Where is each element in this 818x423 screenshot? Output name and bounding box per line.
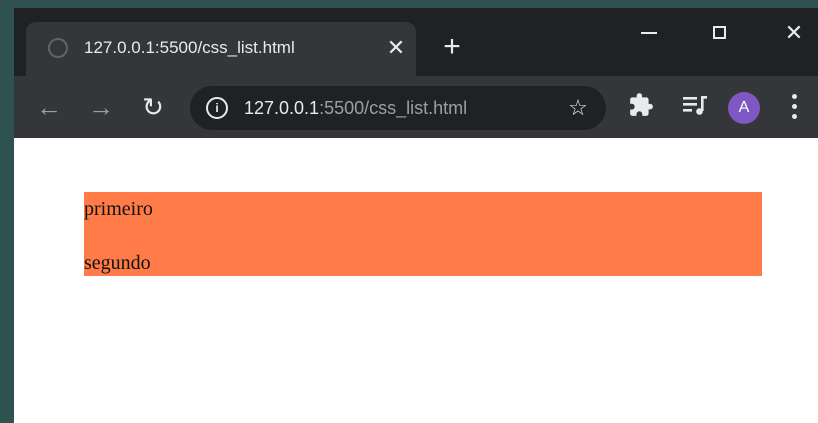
globe-icon [48,38,68,58]
page-viewport: primeiro segundo [14,138,818,423]
list-item: primeiro [84,198,153,220]
title-bar: 127.0.0.1:5500/css_list.html ✕ + ✕ [14,8,818,76]
media-control-icon[interactable] [680,92,710,122]
tab-close-icon[interactable]: ✕ [382,34,410,62]
styled-list: primeiro segundo [84,192,762,276]
address-bar[interactable]: i 127.0.0.1:5500/css_list.html ☆ [190,86,606,130]
tab-active[interactable]: 127.0.0.1:5500/css_list.html ✕ [26,22,416,76]
list-item: segundo [84,252,151,274]
browser-window: 127.0.0.1:5500/css_list.html ✕ + ✕ ← → ↻… [14,8,818,423]
new-tab-button[interactable]: + [436,32,468,64]
browser-toolbar: ← → ↻ i 127.0.0.1:5500/css_list.html ☆ A [14,76,818,138]
back-arrow-icon[interactable]: ← [32,90,66,124]
tab-title: 127.0.0.1:5500/css_list.html [84,38,295,57]
window-close-button[interactable]: ✕ [774,16,814,50]
url-host: 127.0.0.1 [244,98,320,118]
minimize-icon [641,32,657,34]
reload-icon[interactable]: ↻ [136,90,170,124]
desktop: 127.0.0.1:5500/css_list.html ✕ + ✕ ← → ↻… [0,0,818,423]
kebab-menu-icon[interactable] [786,92,802,122]
forward-arrow-icon[interactable]: → [84,90,118,124]
menu-dot [792,104,797,109]
url-path: :5500/css_list.html [319,98,468,118]
minimize-button[interactable] [629,16,669,50]
maximize-icon [713,26,726,39]
extensions-puzzle-icon[interactable] [626,92,656,122]
url-text[interactable]: 127.0.0.1:5500/css_list.html [244,98,467,119]
profile-avatar[interactable]: A [728,92,760,124]
site-info-icon[interactable]: i [206,97,228,119]
maximize-button[interactable] [700,16,740,50]
bookmark-star-icon[interactable]: ☆ [564,94,592,122]
menu-dot [792,94,797,99]
menu-dot [792,114,797,119]
